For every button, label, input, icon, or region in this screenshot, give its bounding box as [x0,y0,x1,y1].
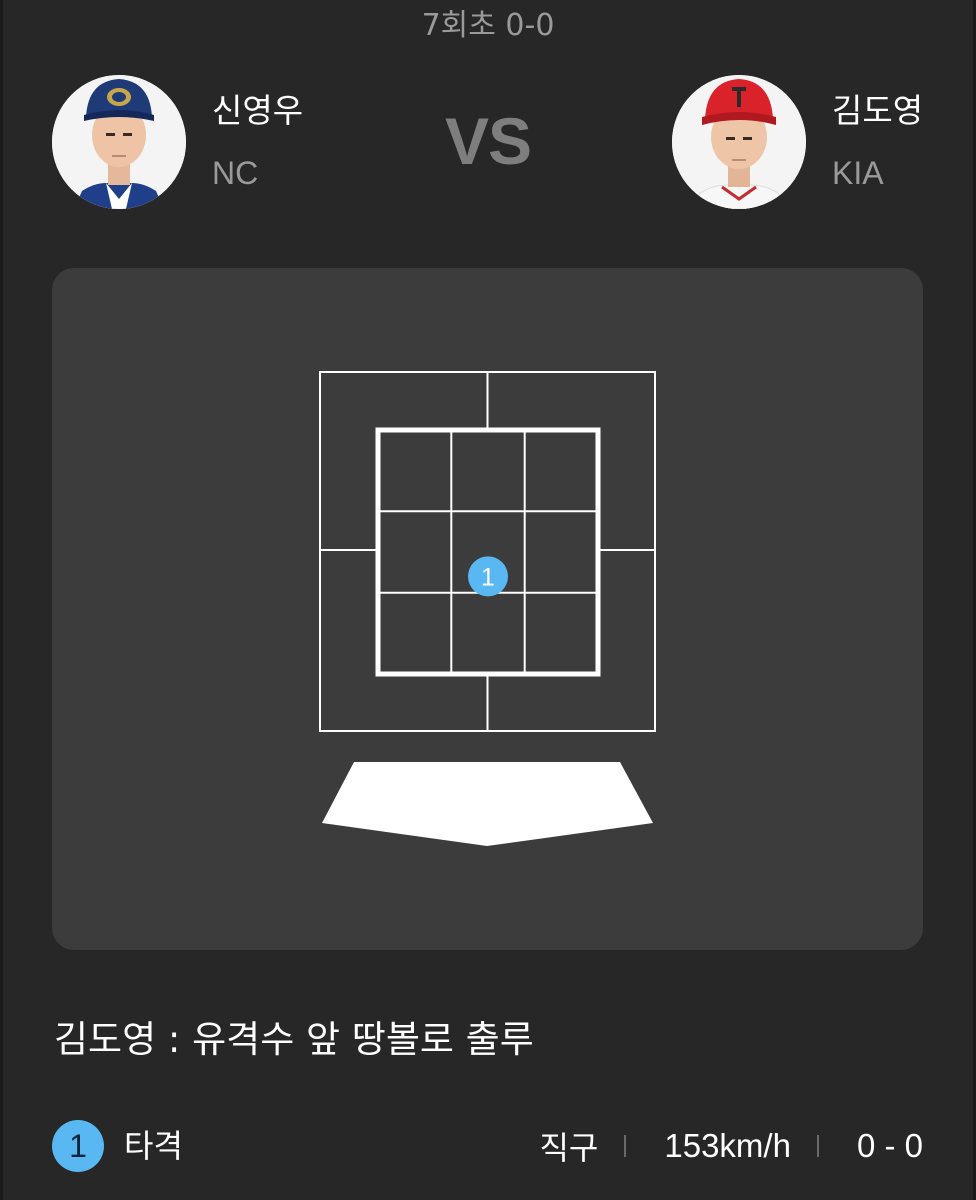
pitch-marker-number: 1 [481,563,495,591]
ball-strike-count: 0 - 0 [856,1127,923,1164]
strike-zone-panel: 1 [52,268,923,950]
vs-label: VS [444,104,532,178]
play-result-text: 김도영 : 유격수 앞 땅볼로 출루 [54,1018,534,1061]
batter-avatar [672,75,806,209]
pitch-summary-row[interactable]: 1 타격 직구 153km/h 0 - 0 [52,1118,923,1174]
strike-zone-graphic: 1 [319,371,656,846]
screen-edge-left [0,0,3,1200]
pitch-number-badge: 1 [52,1120,104,1172]
pitch-details: 직구 153km/h 0 - 0 [539,1124,923,1168]
pitch-marker[interactable]: 1 [468,556,508,597]
home-plate [322,762,653,846]
pitch-speed: 153km/h [664,1127,791,1164]
pitch-type: 직구 [539,1129,599,1167]
inning-score: 7회초 0-0 [421,8,555,43]
separator [816,1135,819,1157]
pitch-layer: 1 [468,556,508,597]
batter-team: KIA [832,155,884,191]
pitch-result-label: 타격 [124,1127,183,1165]
batter-name: 김도영 [832,91,924,130]
separator [624,1135,627,1157]
strike-zone-box [375,427,601,677]
